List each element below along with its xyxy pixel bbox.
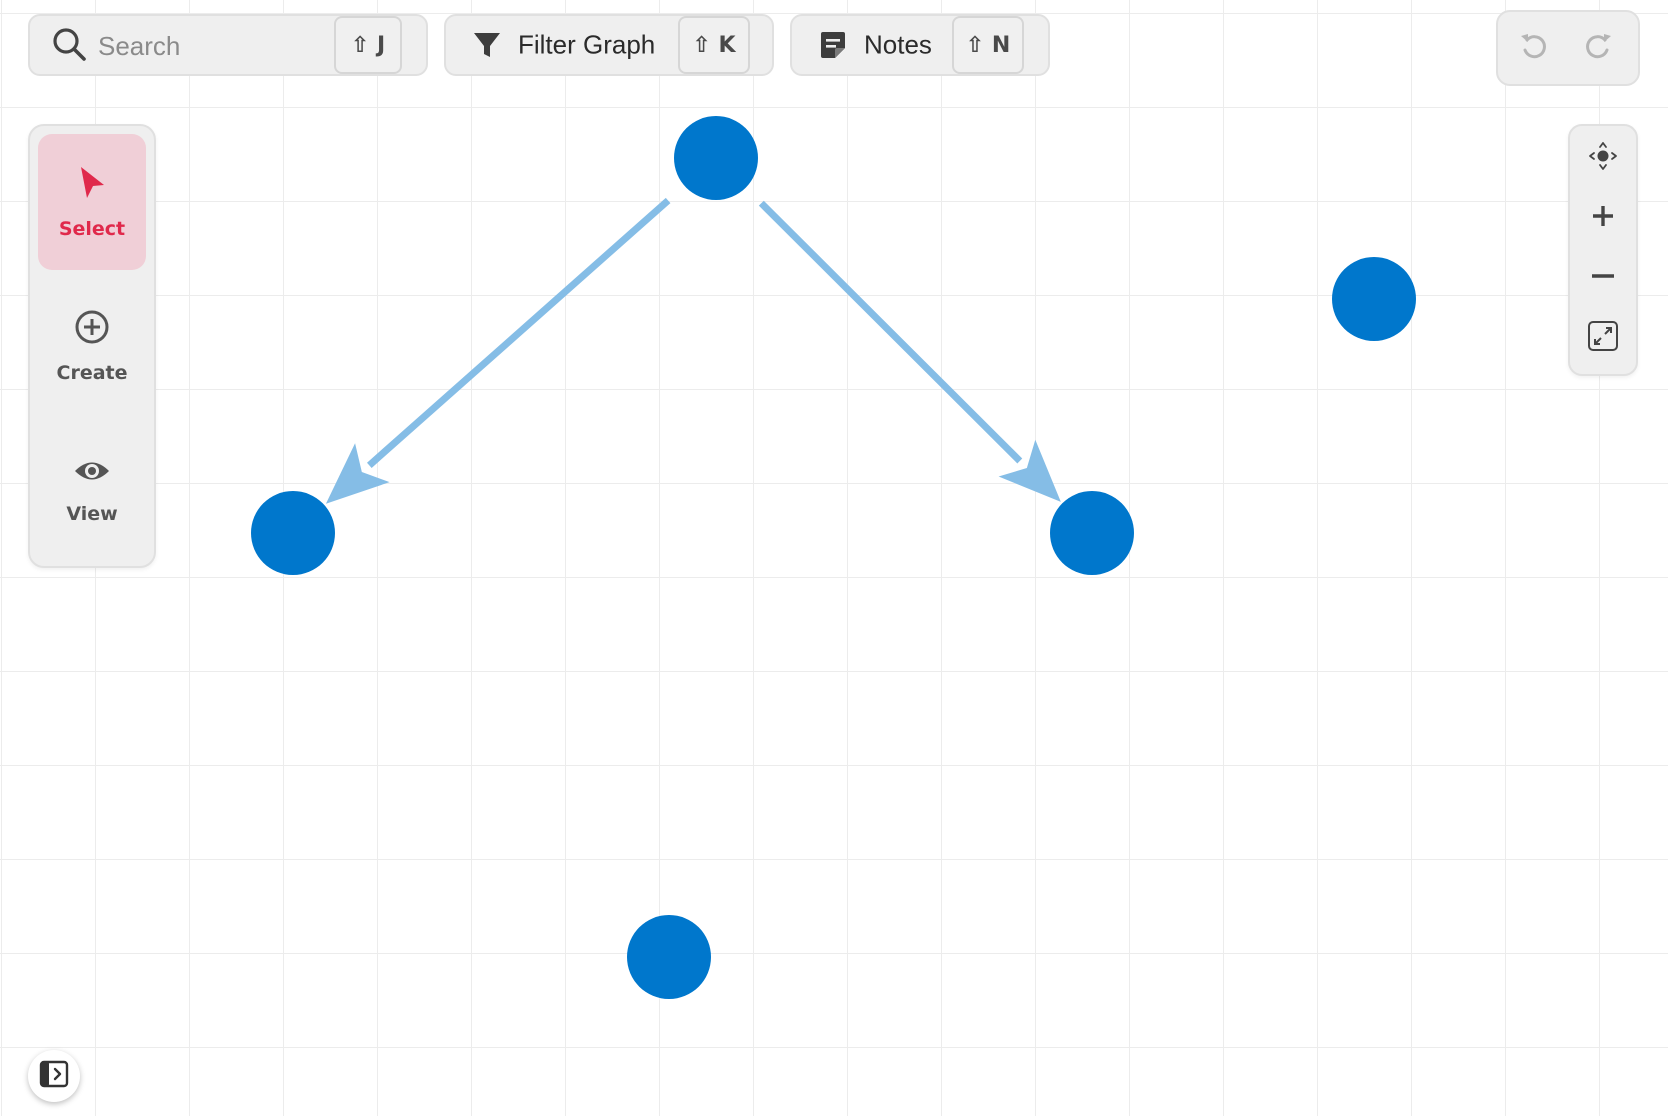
view-tool-label: View: [66, 502, 118, 525]
history-controls: [1496, 10, 1640, 86]
graph-node-n5[interactable]: [627, 915, 711, 999]
zoom-out-icon: [1590, 263, 1616, 294]
plus-circle-icon: [74, 309, 110, 350]
recenter-button[interactable]: [1585, 140, 1621, 176]
notes-button[interactable]: Notes ⇧ N: [790, 14, 1050, 76]
zoom-in-icon: [1590, 203, 1616, 234]
fit-screen-button[interactable]: [1585, 320, 1621, 356]
view-tool[interactable]: View: [38, 422, 146, 558]
sidebar-toggle-icon: [39, 1059, 69, 1094]
search-bar[interactable]: ⇧ J: [28, 14, 428, 76]
filter-shortcut: ⇧ K: [678, 16, 750, 74]
sidebar-toggle-button[interactable]: [28, 1050, 80, 1102]
notes-shortcut: ⇧ N: [952, 16, 1024, 74]
undo-button[interactable]: [1516, 30, 1552, 66]
undo-icon: [1518, 30, 1550, 67]
graph-node-n4[interactable]: [1332, 257, 1416, 341]
select-tool-label: Select: [58, 217, 126, 240]
eye-icon: [73, 456, 111, 491]
search-icon: [52, 27, 88, 63]
notes-label: Notes: [864, 29, 932, 60]
select-tool[interactable]: Select: [38, 134, 146, 270]
redo-button[interactable]: [1580, 30, 1616, 66]
filter-graph-button[interactable]: Filter Graph ⇧ K: [444, 14, 774, 76]
cursor-icon: [77, 165, 107, 206]
recenter-icon: [1588, 141, 1618, 176]
edge-n1-n3[interactable]: [758, 200, 1023, 464]
filter-graph-label: Filter Graph: [518, 29, 656, 60]
edges-layer: [325, 197, 1061, 504]
graph-node-n3[interactable]: [1050, 491, 1134, 575]
edge-n1-n2[interactable]: [367, 197, 671, 468]
zoom-out-button[interactable]: [1585, 260, 1621, 296]
create-tool-label: Create: [56, 361, 128, 384]
zoom-in-button[interactable]: [1585, 200, 1621, 236]
graph-node-n2[interactable]: [251, 491, 335, 575]
nodes-layer: [251, 116, 1416, 999]
search-input[interactable]: [96, 26, 310, 66]
notes-icon: [818, 30, 848, 60]
search-shortcut: ⇧ J: [334, 16, 402, 74]
zoom-controls: [1568, 124, 1638, 376]
filter-icon: [472, 30, 502, 60]
fit-screen-icon: [1587, 320, 1619, 357]
graph-node-n1[interactable]: [674, 116, 758, 200]
tool-palette: Select Create View: [28, 124, 156, 568]
create-tool[interactable]: Create: [38, 278, 146, 414]
redo-icon: [1582, 30, 1614, 67]
graph-canvas[interactable]: [0, 0, 1668, 1116]
